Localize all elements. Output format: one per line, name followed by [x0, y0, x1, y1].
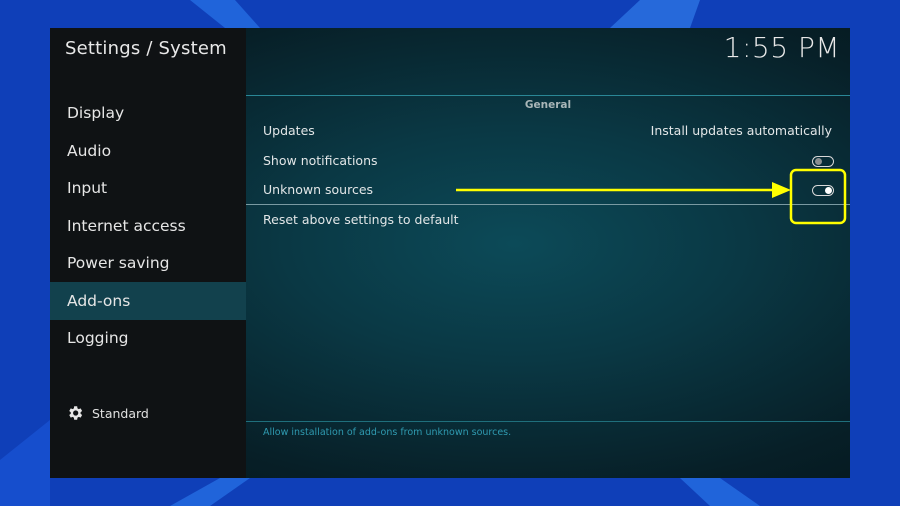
setting-updates[interactable]: Updates Install updates automatically	[246, 117, 850, 145]
sidebar-item-power-saving[interactable]: Power saving	[50, 244, 246, 282]
setting-value: Install updates automatically	[650, 123, 832, 138]
toggle-knob	[814, 158, 822, 165]
sidebar-item-logging[interactable]: Logging	[50, 319, 246, 357]
settings-level-label: Standard	[92, 405, 149, 421]
settings-level-button[interactable]: Standard	[66, 403, 149, 423]
sidebar-item-audio[interactable]: Audio	[50, 132, 246, 170]
kodi-screen: Settings / System Display Audio Input In…	[50, 28, 850, 478]
setting-label: Unknown sources	[263, 182, 374, 197]
setting-show-notifications[interactable]: Show notifications	[246, 147, 850, 175]
sidebar-item-add-ons[interactable]: Add-ons	[50, 282, 246, 320]
setting-label: Updates	[263, 123, 315, 138]
gear-icon	[69, 406, 83, 420]
clock: 1:55 PM	[723, 31, 840, 64]
setting-label: Reset above settings to default	[263, 212, 459, 227]
sidebar: Settings / System Display Audio Input In…	[50, 28, 246, 478]
toggle-switch-on[interactable]	[812, 185, 834, 196]
divider-top	[246, 95, 850, 96]
toggle-switch-off[interactable]	[812, 156, 834, 167]
sidebar-item-display[interactable]: Display	[50, 94, 246, 132]
focus-divider	[246, 204, 850, 205]
setting-reset-defaults[interactable]: Reset above settings to default	[246, 206, 850, 234]
group-label: General	[524, 99, 572, 111]
setting-unknown-sources[interactable]: Unknown sources	[246, 176, 850, 204]
divider-bottom	[246, 421, 850, 422]
page-title: Settings / System	[65, 38, 227, 59]
sidebar-item-input[interactable]: Input	[50, 169, 246, 207]
setting-label: Show notifications	[263, 153, 378, 168]
toggle-knob	[824, 187, 832, 194]
background: Settings / System Display Audio Input In…	[0, 0, 900, 506]
help-text: Allow installation of add-ons from unkno…	[263, 427, 512, 438]
sidebar-item-internet-access[interactable]: Internet access	[50, 207, 246, 245]
